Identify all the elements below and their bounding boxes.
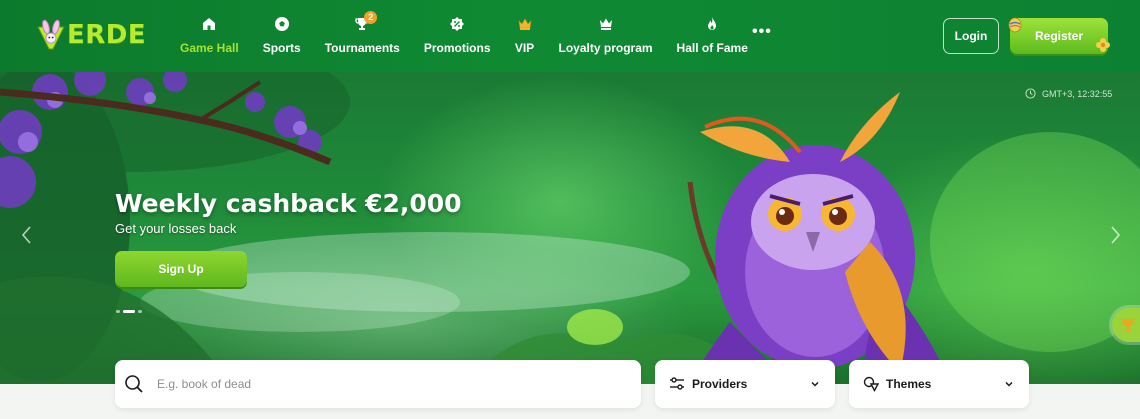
sign-up-button[interactable]: Sign Up <box>115 251 247 287</box>
carousel-dot[interactable] <box>138 310 142 313</box>
flower-decoration-icon <box>1096 38 1110 52</box>
clock-icon <box>1025 88 1036 99</box>
crown-outline-icon <box>596 14 616 34</box>
login-button[interactable]: Login <box>943 18 999 54</box>
trophy-icon <box>1121 319 1135 331</box>
nav-label: Hall of Fame <box>676 41 748 55</box>
nav-label: VIP <box>514 41 535 55</box>
themes-label: Themes <box>886 377 932 391</box>
nav-label: Promotions <box>423 41 491 55</box>
nav-item-sports[interactable]: Sports <box>251 14 313 58</box>
shapes-icon <box>863 376 880 392</box>
top-header: ERDE Game Hall Sports 2 Tournaments Prom… <box>0 0 1140 72</box>
chevron-down-icon <box>1005 381 1013 387</box>
tournament-widget-tab[interactable] <box>1112 308 1140 342</box>
chevron-left-icon[interactable] <box>20 224 34 246</box>
nav-item-game-hall[interactable]: Game Hall <box>168 14 251 58</box>
chevron-right-icon[interactable] <box>1108 224 1122 246</box>
more-menu-button[interactable]: ••• <box>752 24 772 40</box>
themes-dropdown[interactable]: Themes <box>849 360 1029 408</box>
providers-label: Providers <box>692 377 748 391</box>
nav-label: Game Hall <box>180 41 239 55</box>
nav-label: Loyalty program <box>558 41 653 55</box>
brand-logo-text: ERDE <box>67 20 147 50</box>
nav-item-loyalty-program[interactable]: Loyalty program <box>547 14 665 58</box>
soccer-ball-icon <box>272 14 292 34</box>
main-nav: Game Hall Sports 2 Tournaments Promotion… <box>168 11 760 58</box>
easter-egg-decoration-icon <box>1008 17 1022 33</box>
tournaments-count-badge: 2 <box>364 11 378 24</box>
nav-label: Tournaments <box>324 41 400 55</box>
nav-label: Sports <box>262 41 301 55</box>
clock-text: GMT+3, 12:32:55 <box>1042 88 1113 99</box>
banner-title: Weekly cashback €2,000 <box>115 189 462 218</box>
nav-item-tournaments[interactable]: 2 Tournaments <box>313 11 412 58</box>
server-clock: GMT+3, 12:32:55 <box>1025 88 1112 99</box>
percent-icon <box>447 14 467 34</box>
providers-dropdown[interactable]: Providers <box>655 360 835 408</box>
sliders-icon <box>670 377 684 390</box>
search-input[interactable] <box>157 377 617 391</box>
crown-icon <box>515 14 535 34</box>
carousel-dot[interactable] <box>116 310 120 313</box>
nav-item-promotions[interactable]: Promotions <box>412 14 503 58</box>
banner-subtitle: Get your losses back <box>115 221 237 236</box>
flame-icon <box>702 14 722 34</box>
nav-item-vip[interactable]: VIP <box>503 14 547 58</box>
nav-item-hall-of-fame[interactable]: Hall of Fame <box>665 14 760 58</box>
chevron-down-icon <box>811 381 819 387</box>
carousel-dot-active[interactable] <box>123 310 135 313</box>
promo-banner[interactable]: GMT+3, 12:32:55 Weekly cashback €2,000 G… <box>0 72 1140 384</box>
carousel-dots <box>116 310 142 313</box>
game-search-bar <box>115 360 641 408</box>
home-icon <box>199 14 219 34</box>
brand-logo[interactable]: ERDE <box>36 18 146 52</box>
search-icon <box>125 375 143 393</box>
bunny-logo-icon <box>37 19 65 50</box>
